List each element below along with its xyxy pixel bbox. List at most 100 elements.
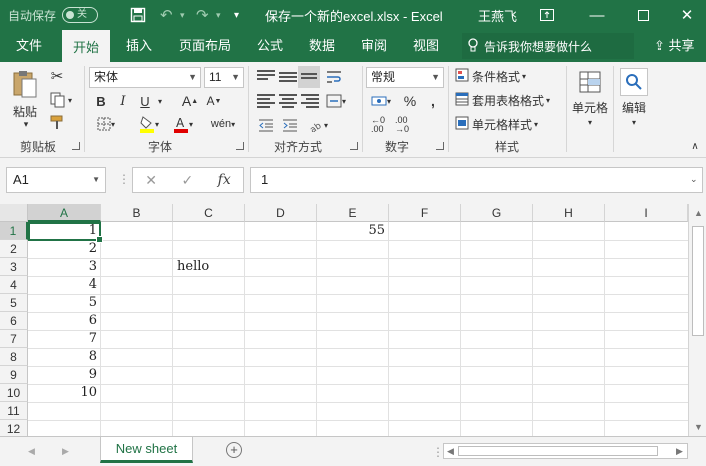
top-align-icon[interactable] (257, 70, 275, 84)
scroll-up-icon[interactable]: ▲ (694, 208, 703, 218)
clipboard-launcher-icon[interactable] (72, 142, 80, 150)
column-header-d[interactable]: D (245, 204, 317, 222)
collapse-ribbon-icon[interactable]: ∧ (688, 140, 702, 152)
row-header-7[interactable]: 7 (0, 330, 28, 348)
column-header-i[interactable]: I (605, 204, 688, 222)
merge-center-icon[interactable]: ▾ (324, 92, 348, 110)
autosave-toggle[interactable]: 自动保存 关 (8, 0, 99, 30)
tab-insert[interactable]: 插入 (118, 30, 160, 62)
row-header-1[interactable]: 1 (0, 222, 28, 240)
redo-icon[interactable]: ↷ (196, 0, 209, 30)
cells-button[interactable]: 单元格 (570, 98, 610, 116)
column-header-f[interactable]: F (389, 204, 461, 222)
tab-data[interactable]: 数据 (302, 30, 342, 62)
copy-icon[interactable]: ▾ (46, 90, 76, 110)
underline-button[interactable]: U (136, 92, 154, 110)
editing-button[interactable]: 编辑 (616, 98, 652, 116)
column-header-c[interactable]: C (173, 204, 245, 222)
row-header-5[interactable]: 5 (0, 294, 28, 312)
share-button[interactable]: ⇪ 共享 (654, 30, 695, 62)
row-header-4[interactable]: 4 (0, 276, 28, 294)
format-painter-icon[interactable] (46, 112, 68, 132)
row-header-8[interactable]: 8 (0, 348, 28, 366)
row-header-12[interactable]: 12 (0, 420, 28, 436)
font-color-icon[interactable]: A ▾ (168, 114, 198, 134)
spreadsheet-grid[interactable]: A B C D E F G H I 1 2 3 4 5 6 7 8 9 10 1… (0, 204, 706, 436)
user-name[interactable]: 王燕飞 (478, 0, 517, 30)
cancel-icon[interactable]: ✕ (145, 172, 157, 189)
tab-formulas[interactable]: 公式 (250, 30, 290, 62)
ribbon-display-options-icon[interactable] (532, 0, 562, 30)
row-header-2[interactable]: 2 (0, 240, 28, 258)
row-header-11[interactable]: 11 (0, 402, 28, 420)
scroll-down-icon[interactable]: ▼ (694, 422, 703, 432)
increase-decimal-icon[interactable]: ←0.00 (367, 116, 389, 134)
borders-icon[interactable]: ▾ (92, 114, 120, 134)
horizontal-scrollbar[interactable]: ◀ ▶ (443, 443, 688, 459)
tab-view[interactable]: 视图 (406, 30, 446, 62)
tab-home[interactable]: 开始 (62, 30, 110, 62)
format-as-table-button[interactable]: 套用表格格式 ▾ (455, 91, 563, 109)
percent-button[interactable]: % (400, 92, 420, 110)
add-sheet-icon[interactable]: + (226, 442, 242, 458)
bottom-align-icon[interactable] (298, 66, 320, 88)
insert-function-button[interactable]: fx (218, 172, 231, 188)
font-launcher-icon[interactable] (236, 142, 244, 150)
increase-font-icon[interactable]: A ▲ (180, 92, 200, 110)
conditional-formatting-button[interactable]: 条件格式 ▾ (455, 67, 545, 85)
autosave-switch[interactable]: 关 (62, 7, 99, 23)
tab-file[interactable]: 文件 (6, 30, 52, 62)
decrease-indent-icon[interactable] (255, 116, 277, 134)
cell-a10[interactable]: 10 (28, 384, 101, 402)
tab-review[interactable]: 审阅 (354, 30, 394, 62)
align-center-icon[interactable] (279, 94, 297, 108)
cell-a7[interactable]: 7 (28, 330, 101, 348)
cell-styles-button[interactable]: 单元格样式 ▾ (455, 115, 551, 133)
font-size-select[interactable]: 11 ▼ (204, 67, 244, 88)
cut-icon[interactable]: ✂ (46, 66, 68, 86)
cell-a9[interactable]: 9 (28, 366, 101, 384)
paste-icon[interactable] (10, 68, 40, 100)
more-options-icon[interactable]: ⋮ (118, 172, 130, 186)
tell-me-search[interactable]: 告诉我你想要做什么 (462, 33, 634, 59)
cell-a6[interactable]: 6 (28, 312, 101, 330)
cells-icon[interactable] (576, 68, 604, 96)
column-header-h[interactable]: H (533, 204, 605, 222)
cell-c3[interactable]: hello (173, 258, 245, 276)
cells-dropdown-icon[interactable]: ▾ (582, 116, 598, 128)
column-header-b[interactable]: B (101, 204, 173, 222)
select-all-corner[interactable] (0, 204, 28, 222)
cell-a8[interactable]: 8 (28, 348, 101, 366)
cell-a3[interactable]: 3 (28, 258, 101, 276)
underline-dropdown-icon[interactable]: ▾ (155, 92, 165, 110)
column-header-e[interactable]: E (317, 204, 389, 222)
enter-icon[interactable]: ✓ (181, 172, 193, 189)
minimize-icon[interactable]: — (582, 0, 612, 30)
expand-formula-bar-icon[interactable]: ⌄ (690, 174, 698, 185)
column-header-g[interactable]: G (461, 204, 533, 222)
undo-dropdown-icon[interactable]: ▾ (180, 0, 185, 30)
undo-icon[interactable]: ↶ (160, 0, 173, 30)
paste-dropdown-icon[interactable]: ▾ (16, 118, 36, 130)
phonetic-guide-icon[interactable]: wén ▾ (208, 114, 238, 134)
number-launcher-icon[interactable] (436, 142, 444, 150)
row-header-3[interactable]: 3 (0, 258, 28, 276)
cell-e1[interactable]: 55 (317, 222, 389, 240)
vertical-scrollbar[interactable]: ▲ ▼ (688, 204, 706, 436)
font-name-select[interactable]: 宋体 ▼ (89, 67, 201, 88)
column-header-a[interactable]: A (28, 204, 101, 222)
editing-dropdown-icon[interactable]: ▾ (626, 116, 642, 128)
search-icon[interactable] (620, 68, 648, 96)
scroll-left-icon[interactable]: ◀ (447, 446, 454, 457)
horizontal-scroll-thumb[interactable] (458, 446, 658, 456)
decrease-decimal-icon[interactable]: .00 →0 (391, 116, 413, 134)
row-header-10[interactable]: 10 (0, 384, 28, 402)
customize-qat-icon[interactable]: ▾ (234, 0, 239, 30)
row-header-6[interactable]: 6 (0, 312, 28, 330)
save-icon[interactable] (130, 0, 146, 30)
bold-button[interactable]: B (92, 92, 110, 110)
active-cell-selection[interactable] (28, 222, 103, 243)
scroll-right-icon[interactable]: ▶ (676, 446, 683, 457)
accounting-format-icon[interactable]: ▾ (367, 92, 395, 110)
align-right-icon[interactable] (301, 94, 319, 108)
